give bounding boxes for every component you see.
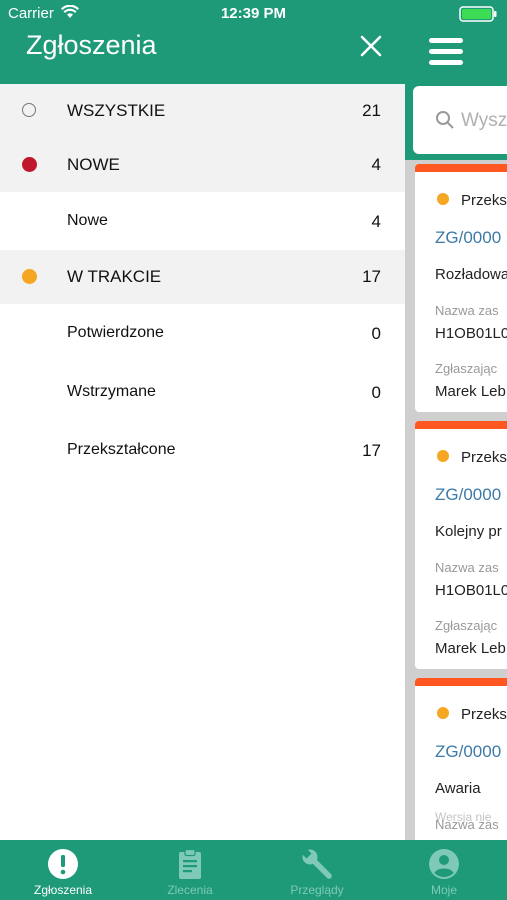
card-asset-label: Nazwa zas <box>435 303 499 318</box>
card-status: Przeks <box>461 706 507 723</box>
filter-count: 21 <box>362 101 381 120</box>
filter-label: NOWE <box>67 155 120 174</box>
list-header <box>405 28 507 84</box>
card-title: Awaria <box>435 780 481 797</box>
tab-przeglady[interactable]: Przeglądy <box>254 840 380 900</box>
card-asset-label: Nazwa zas <box>435 817 499 832</box>
search-icon <box>436 111 454 129</box>
filter-item-all[interactable]: WSZYSTKIE 21 <box>0 84 405 138</box>
bottom-tab-bar: Zgłoszenia Zlecenia Przeglądy Moje <box>0 840 507 900</box>
close-icon <box>360 35 382 57</box>
clipboard-icon <box>179 848 201 879</box>
close-button[interactable] <box>355 30 387 62</box>
ticket-card[interactable]: Przeks ZG/0000 Rozładowa Nazwa zas H1OB0… <box>415 164 507 412</box>
card-code[interactable]: ZG/0000 <box>435 228 501 248</box>
tab-moje[interactable]: Moje <box>381 840 507 900</box>
ticket-card[interactable]: Przeks ZG/0000 Awaria Wersja nie Nazwa z… <box>415 678 507 840</box>
filter-count: 0 <box>371 383 381 402</box>
filter-count: 4 <box>371 155 381 174</box>
filter-label: Wstrzymane <box>67 383 156 400</box>
filter-label: Przekształcone <box>67 441 176 458</box>
tab-label: Zlecenia <box>167 883 213 897</box>
filter-count: 17 <box>362 441 381 460</box>
tab-label: Zgłoszenia <box>33 883 93 897</box>
alert-circle-icon <box>48 849 78 879</box>
card-code[interactable]: ZG/0000 <box>435 742 501 762</box>
filter-item-new[interactable]: NOWE 4 <box>0 138 405 192</box>
clock: 12:39 PM <box>220 5 287 22</box>
tab-zlecenia[interactable]: Zlecenia <box>127 840 253 900</box>
status-dot <box>437 193 449 205</box>
filter-label: Nowe <box>67 212 108 229</box>
filter-item-confirmed[interactable]: Potwierdzone 0 <box>0 307 405 361</box>
status-dot-icon <box>22 157 37 172</box>
status-dot <box>437 707 449 719</box>
card-reporter-label: Zgłaszając <box>435 361 498 376</box>
filter-item-transformed[interactable]: Przekształcone 17 <box>0 424 405 478</box>
status-ring-icon <box>22 103 36 117</box>
card-accent-bar <box>415 678 507 686</box>
card-reporter: Marek Leb <box>435 640 506 657</box>
card-accent-bar <box>415 421 507 429</box>
filter-count: 0 <box>371 324 381 343</box>
card-title: Kolejny pr <box>435 523 502 540</box>
card-asset-label: Nazwa zas <box>435 560 499 575</box>
filter-item-paused[interactable]: Wstrzymane 0 <box>0 366 405 420</box>
drawer-header: Zgłoszenia <box>0 28 405 84</box>
card-asset: H1OB01L0 <box>435 325 507 342</box>
filter-count: 4 <box>371 212 381 231</box>
search-placeholder: Wysz <box>461 110 507 131</box>
status-bar: Carrier 12:39 PM <box>0 0 507 28</box>
filter-drawer: Zgłoszenia WSZYSTKIE 21 NOWE 4 Nowe 4 W … <box>0 28 405 840</box>
account-icon <box>429 849 459 879</box>
filter-label: WSZYSTKIE <box>67 101 166 120</box>
ticket-card[interactable]: Przeks ZG/0000 Kolejny pr Nazwa zas H1OB… <box>415 421 507 669</box>
card-accent-bar <box>415 164 507 172</box>
card-code[interactable]: ZG/0000 <box>435 485 501 505</box>
tab-zgloszenia[interactable]: Zgłoszenia <box>0 840 126 900</box>
filter-label: Potwierdzone <box>67 324 164 341</box>
card-title: Rozładowa <box>435 266 507 283</box>
filter-item-new-sub[interactable]: Nowe 4 <box>0 195 405 249</box>
tab-label: Przeglądy <box>290 883 344 897</box>
status-dot <box>437 450 449 462</box>
card-reporter-label: Zgłaszając <box>435 618 498 633</box>
card-status: Przeks <box>461 192 507 209</box>
card-reporter: Marek Leb <box>435 383 506 400</box>
card-status: Przeks <box>461 449 507 466</box>
status-dot-icon <box>22 269 37 284</box>
filter-label: W TRAKCIE <box>67 267 162 286</box>
tab-label: Moje <box>430 883 457 897</box>
search-strip: Wysz <box>405 84 507 160</box>
menu-icon[interactable] <box>429 38 463 68</box>
search-input[interactable]: Wysz <box>413 86 507 154</box>
filter-item-in-progress[interactable]: W TRAKCIE 17 <box>0 250 405 304</box>
drawer-title: Zgłoszenia <box>26 30 157 60</box>
card-asset: H1OB01L0 <box>435 582 507 599</box>
battery-icon <box>459 6 497 22</box>
filter-count: 17 <box>362 267 381 286</box>
wrench-icon <box>301 848 332 879</box>
ticket-list-background: Wysz Przeks ZG/0000 Rozładowa Nazwa zas … <box>405 28 507 840</box>
